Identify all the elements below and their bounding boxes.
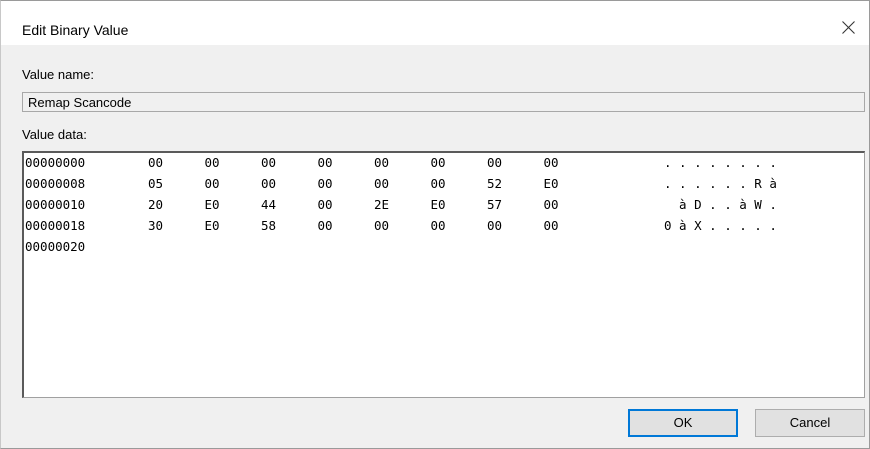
hex-byte[interactable]: 00 (374, 155, 389, 170)
hex-offset: 00000010 (25, 197, 86, 212)
hex-byte[interactable]: E0 (544, 176, 559, 191)
value-name-field: Remap Scancode (22, 92, 865, 112)
hex-byte[interactable]: 00 (318, 218, 333, 233)
hex-byte[interactable]: 00 (374, 176, 389, 191)
hex-byte[interactable]: 00 (487, 155, 502, 170)
dialog-title: Edit Binary Value (22, 22, 129, 38)
value-name-label: Value name: (22, 67, 95, 82)
hex-byte[interactable]: 00 (487, 218, 502, 233)
hex-row[interactable]: 00000008 05 00 00 00 00 00 52 E0 . . . . . . R à (24, 176, 864, 194)
title-bar[interactable]: Edit Binary Value (1, 1, 869, 45)
hex-byte[interactable]: E0 (431, 197, 446, 212)
hex-row[interactable]: 00000018 30 E0 58 00 00 00 00 00 0 à X . . . . . (24, 218, 864, 236)
hex-byte[interactable]: 00 (431, 218, 446, 233)
value-name-text: Remap Scancode (28, 95, 132, 110)
hex-byte[interactable]: E0 (205, 218, 220, 233)
hex-byte[interactable]: 52 (487, 176, 502, 191)
cancel-button[interactable]: Cancel (755, 409, 865, 437)
hex-byte[interactable]: 57 (487, 197, 502, 212)
hex-offset: 00000018 (25, 218, 86, 233)
hex-offset: 00000020 (25, 239, 86, 254)
hex-row[interactable]: 00000000 00 00 00 00 00 00 00 00. . . . . . . . (24, 155, 864, 173)
hex-byte[interactable]: 00 (261, 176, 276, 191)
hex-byte[interactable]: 00 (205, 155, 220, 170)
hex-byte[interactable]: 00 (318, 176, 333, 191)
hex-byte[interactable]: 2E (374, 197, 389, 212)
hex-byte[interactable]: 00 (318, 155, 333, 170)
hex-byte[interactable]: 30 (148, 218, 163, 233)
hex-offset: 00000000 (25, 155, 86, 170)
hex-byte[interactable]: 05 (148, 176, 163, 191)
hex-byte[interactable]: 00 (148, 155, 163, 170)
hex-byte[interactable]: E0 (205, 197, 220, 212)
hex-byte[interactable]: 00 (431, 176, 446, 191)
hex-byte[interactable]: 00 (318, 197, 333, 212)
hex-ascii[interactable]: à D . . à W . (664, 197, 777, 212)
edit-binary-value-dialog: Edit Binary Value Value name: Remap Scan… (0, 0, 870, 449)
hex-ascii[interactable]: . . . . . . R à (664, 176, 777, 191)
hex-byte[interactable]: 00 (261, 155, 276, 170)
ok-button[interactable]: OK (628, 409, 738, 437)
close-icon (842, 21, 855, 34)
hex-ascii[interactable]: . . . . . . . . (664, 155, 777, 170)
value-data-editor[interactable]: 00000000 00 00 00 00 00 00 00 00. . . . . . . .0… (22, 151, 865, 398)
hex-byte[interactable]: 00 (374, 218, 389, 233)
hex-byte[interactable]: 00 (544, 218, 559, 233)
hex-byte[interactable]: 44 (261, 197, 276, 212)
hex-byte[interactable]: 20 (148, 197, 163, 212)
hex-row[interactable]: 00000010 20 E0 44 00 2E E0 57 00 à D . . à W . (24, 197, 864, 215)
hex-byte[interactable]: 00 (544, 197, 559, 212)
hex-byte[interactable]: 00 (431, 155, 446, 170)
hex-byte[interactable]: 00 (205, 176, 220, 191)
hex-byte[interactable]: 00 (544, 155, 559, 170)
hex-byte[interactable]: 58 (261, 218, 276, 233)
hex-row[interactable]: 00000020 (24, 239, 864, 257)
close-button[interactable] (829, 7, 869, 47)
hex-ascii[interactable]: 0 à X . . . . . (664, 218, 777, 233)
value-data-label: Value data: (22, 127, 87, 142)
hex-offset: 00000008 (25, 176, 86, 191)
